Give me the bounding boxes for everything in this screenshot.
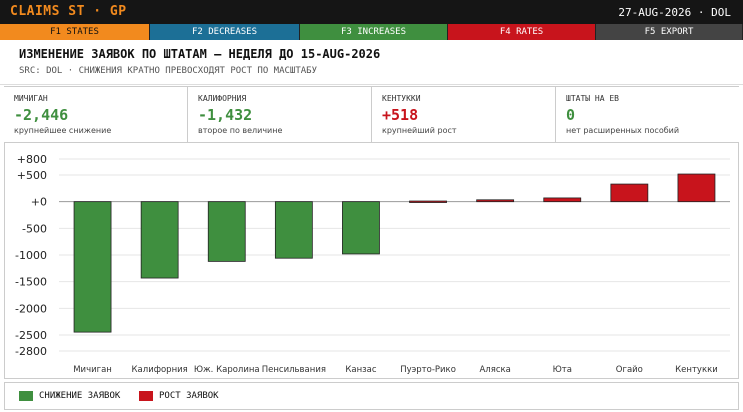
stat-label: МИЧИГАН [14,94,48,103]
y-tick-label: -2800 [15,345,47,358]
bar[interactable] [342,201,380,255]
stat-value: -1,432 [198,106,253,124]
y-tick-label: -1500 [15,276,47,289]
stat-card-eb-states: ШТАТЫ НА ЕВ 0 нет расширенных пособий [556,87,739,142]
tab-rates[interactable]: F4 RATES [448,24,596,40]
tab-increases[interactable]: F3 INCREASES [300,24,448,40]
stat-note: крупнейшее снижение [14,126,112,135]
function-key-tabs: F1 STATES F2 DECREASES F3 INCREASES F4 R… [0,24,743,40]
stat-card-michigan: МИЧИГАН -2,446 крупнейшее снижение [4,87,188,142]
x-tick-label: Пенсильвания [262,365,326,375]
x-tick-label: Канзас [345,365,377,375]
legend-swatch-increase [139,391,153,401]
legend-item-decrease: СНИЖЕНИЕ ЗАЯВОК [19,391,120,401]
bar[interactable] [543,197,582,203]
bar[interactable] [274,201,313,259]
stat-note: крупнейший рост [382,126,457,135]
stat-label: КЕНТУККИ [382,94,421,103]
tab-states[interactable]: F1 STATES [0,24,150,40]
y-tick-label: -2500 [15,329,47,342]
bar[interactable] [140,201,179,279]
legend-label-increase: РОСТ ЗАЯВОК [159,391,219,401]
x-tick-label: Калифорния [132,365,188,375]
bar[interactable] [73,201,112,333]
stat-value: +518 [382,106,419,124]
bar[interactable] [610,183,649,203]
title-bar: CLAIMS ST · GP 27-AUG-2026 · DOL [0,0,743,24]
stat-card-kentucky: КЕНТУККИ +518 крупнейший рост [372,87,556,142]
legend-item-increase: РОСТ ЗАЯВОК [139,391,219,401]
legend-swatch-decrease [19,391,33,401]
y-tick-label: +500 [17,169,47,182]
page-subtitle: SRC: DOL · СНИЖЕНИЯ КРАТНО ПРЕВОСХОДЯТ Р… [19,66,318,76]
x-tick-label: Юта [553,365,572,375]
date-readout: 27-AUG-2026 · DOL [618,6,731,19]
tab-export[interactable]: F5 EXPORT [596,24,743,40]
page-header: ИЗМЕНЕНИЕ ЗАЯВОК ПО ШТАТАМ — НЕДЕЛЯ ДО 1… [0,40,743,85]
y-tick-label: +800 [17,153,47,166]
stat-value: 0 [566,106,576,124]
app-title: CLAIMS ST · GP [10,4,127,19]
x-tick-label: Аляска [479,365,510,375]
stat-label: КАЛИФОРНИЯ [198,94,247,103]
stat-cards: МИЧИГАН -2,446 крупнейшее снижение КАЛИФ… [4,86,739,143]
legend: СНИЖЕНИЕ ЗАЯВОК РОСТ ЗАЯВОК [4,382,739,410]
x-tick-label: Юж. Каролина [194,365,260,375]
stat-note: нет расширенных пособий [566,126,680,135]
y-tick-label: -2000 [15,302,47,315]
stat-value: -2,446 [14,106,69,124]
y-tick-label: -1000 [15,249,47,262]
bar-chart: +800 +500 +0 -500 -1000 -1500 -2000 -2500 -2800 М… [15,153,730,375]
y-tick-label: -500 [22,222,47,235]
stat-card-california: КАЛИФОРНИЯ -1,432 второе по величине [188,87,372,142]
bar[interactable] [207,201,246,262]
bar[interactable] [677,173,716,203]
tab-decreases[interactable]: F2 DECREASES [150,24,300,40]
x-tick-label: Кентукки [675,365,718,375]
x-tick-label: Пуэрто-Рико [400,365,456,375]
stat-label: ШТАТЫ НА ЕВ [566,94,619,103]
bar[interactable] [476,199,515,203]
bar[interactable] [409,200,447,203]
stat-note: второе по величине [198,126,283,135]
page-title: ИЗМЕНЕНИЕ ЗАЯВОК ПО ШТАТАМ — НЕДЕЛЯ ДО 1… [19,47,381,61]
chart-panel: +800 +500 +0 -500 -1000 -1500 -2000 -2500 -2800 М… [4,142,739,379]
y-tick-label: +0 [31,196,47,209]
x-tick-label: Мичиган [73,365,112,375]
x-tick-label: Огайо [616,365,643,375]
legend-label-decrease: СНИЖЕНИЕ ЗАЯВОК [39,391,121,401]
